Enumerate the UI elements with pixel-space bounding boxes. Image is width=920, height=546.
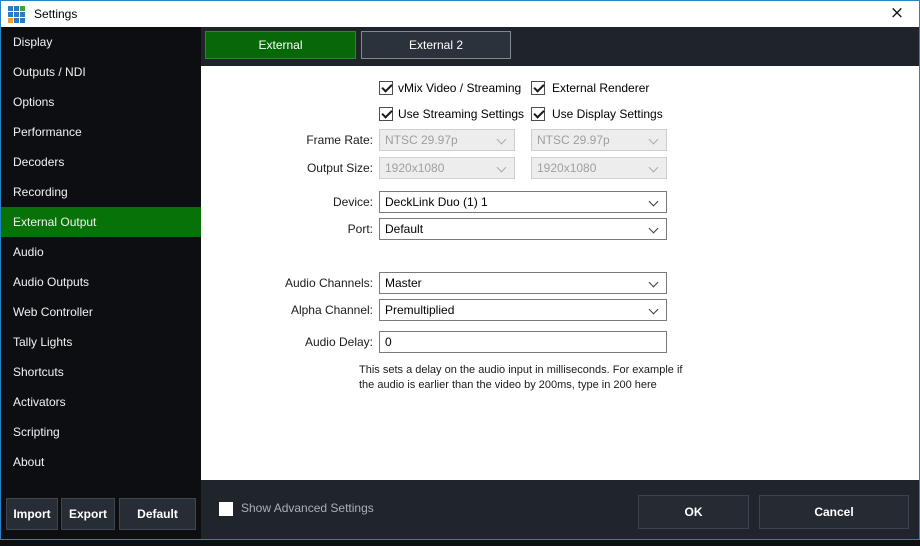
show-advanced-settings-label: Show Advanced Settings — [241, 501, 374, 515]
use-streaming-settings-checkbox[interactable] — [379, 107, 393, 121]
close-icon[interactable]: × — [885, 2, 909, 26]
use-display-settings-label: Use Display Settings — [552, 106, 663, 122]
chevron-down-icon — [649, 135, 659, 145]
device-dropdown[interactable]: DeckLink Duo (1) 1 — [379, 191, 667, 213]
export-button[interactable]: Export — [61, 498, 115, 530]
chevron-down-icon — [649, 197, 659, 207]
audio-delay-help-line-2: the audio is earlier than the video by 2… — [359, 378, 657, 393]
sidebar-item-decoders[interactable]: Decoders — [1, 147, 201, 177]
settings-sidebar: Display Outputs / NDI Options Performanc… — [1, 27, 201, 539]
audio-delay-label: Audio Delay: — [201, 331, 373, 353]
sidebar-item-outputs-ndi[interactable]: Outputs / NDI — [1, 57, 201, 87]
external-renderer-checkbox[interactable] — [531, 81, 545, 95]
audio-delay-input[interactable] — [379, 331, 667, 353]
frame-rate-value-1: NTSC 29.97p — [385, 133, 458, 147]
frame-rate-value-2: NTSC 29.97p — [537, 133, 610, 147]
import-button[interactable]: Import — [6, 498, 58, 530]
vmix-video-streaming-label: vMix Video / Streaming — [398, 80, 521, 96]
sidebar-item-tally-lights[interactable]: Tally Lights — [1, 327, 201, 357]
port-dropdown[interactable]: Default — [379, 218, 667, 240]
external-renderer-label: External Renderer — [552, 80, 649, 96]
sidebar-item-audio-outputs[interactable]: Audio Outputs — [1, 267, 201, 297]
vmix-logo-icon — [8, 6, 25, 23]
title-bar: Settings × — [1, 1, 919, 27]
sidebar-item-external-output[interactable]: External Output — [1, 207, 201, 237]
alpha-channel-dropdown[interactable]: Premultiplied — [379, 299, 667, 321]
external-output-panel: vMix Video / Streaming External Renderer… — [201, 66, 919, 480]
output-tabs: External External 2 — [201, 27, 919, 66]
ok-button[interactable]: OK — [638, 495, 749, 529]
sidebar-item-recording[interactable]: Recording — [1, 177, 201, 207]
audio-delay-help-line-1: This sets a delay on the audio input in … — [359, 363, 682, 378]
sidebar-item-web-controller[interactable]: Web Controller — [1, 297, 201, 327]
sidebar-item-display[interactable]: Display — [1, 27, 201, 57]
audio-channels-value: Master — [385, 276, 422, 290]
alpha-channel-label: Alpha Channel: — [201, 299, 373, 321]
sidebar-item-shortcuts[interactable]: Shortcuts — [1, 357, 201, 387]
use-streaming-settings-label: Use Streaming Settings — [398, 106, 524, 122]
chevron-down-icon — [649, 305, 659, 315]
content-area: External External 2 vMix Video / Streami… — [201, 27, 919, 539]
dialog-footer: Show Advanced Settings OK Cancel — [201, 480, 919, 539]
chevron-down-icon — [649, 224, 659, 234]
sidebar-item-about[interactable]: About — [1, 447, 201, 477]
frame-rate-dropdown-2: NTSC 29.97p — [531, 129, 667, 151]
frame-rate-dropdown-1: NTSC 29.97p — [379, 129, 515, 151]
tab-external-2[interactable]: External 2 — [361, 31, 511, 59]
device-value: DeckLink Duo (1) 1 — [385, 195, 488, 209]
output-size-label: Output Size: — [201, 157, 373, 179]
port-value: Default — [385, 222, 423, 236]
chevron-down-icon — [649, 163, 659, 173]
cancel-button[interactable]: Cancel — [759, 495, 909, 529]
tab-external[interactable]: External — [205, 31, 356, 59]
default-button[interactable]: Default — [119, 498, 196, 530]
output-size-dropdown-1: 1920x1080 — [379, 157, 515, 179]
output-size-value-1: 1920x1080 — [385, 161, 444, 175]
output-size-value-2: 1920x1080 — [537, 161, 596, 175]
frame-rate-label: Frame Rate: — [201, 129, 373, 151]
chevron-down-icon — [497, 135, 507, 145]
chevron-down-icon — [649, 278, 659, 288]
audio-channels-dropdown[interactable]: Master — [379, 272, 667, 294]
chevron-down-icon — [497, 163, 507, 173]
port-label: Port: — [201, 218, 373, 240]
use-display-settings-checkbox[interactable] — [531, 107, 545, 121]
settings-window: Settings × Display Outputs / NDI Options… — [0, 0, 920, 540]
sidebar-item-scripting[interactable]: Scripting — [1, 417, 201, 447]
vmix-video-streaming-checkbox[interactable] — [379, 81, 393, 95]
sidebar-item-activators[interactable]: Activators — [1, 387, 201, 417]
window-title: Settings — [34, 7, 77, 21]
show-advanced-settings-checkbox[interactable] — [219, 502, 233, 516]
alpha-channel-value: Premultiplied — [385, 303, 454, 317]
output-size-dropdown-2: 1920x1080 — [531, 157, 667, 179]
sidebar-item-options[interactable]: Options — [1, 87, 201, 117]
device-label: Device: — [201, 191, 373, 213]
sidebar-item-performance[interactable]: Performance — [1, 117, 201, 147]
sidebar-item-audio[interactable]: Audio — [1, 237, 201, 267]
audio-channels-label: Audio Channels: — [201, 272, 373, 294]
